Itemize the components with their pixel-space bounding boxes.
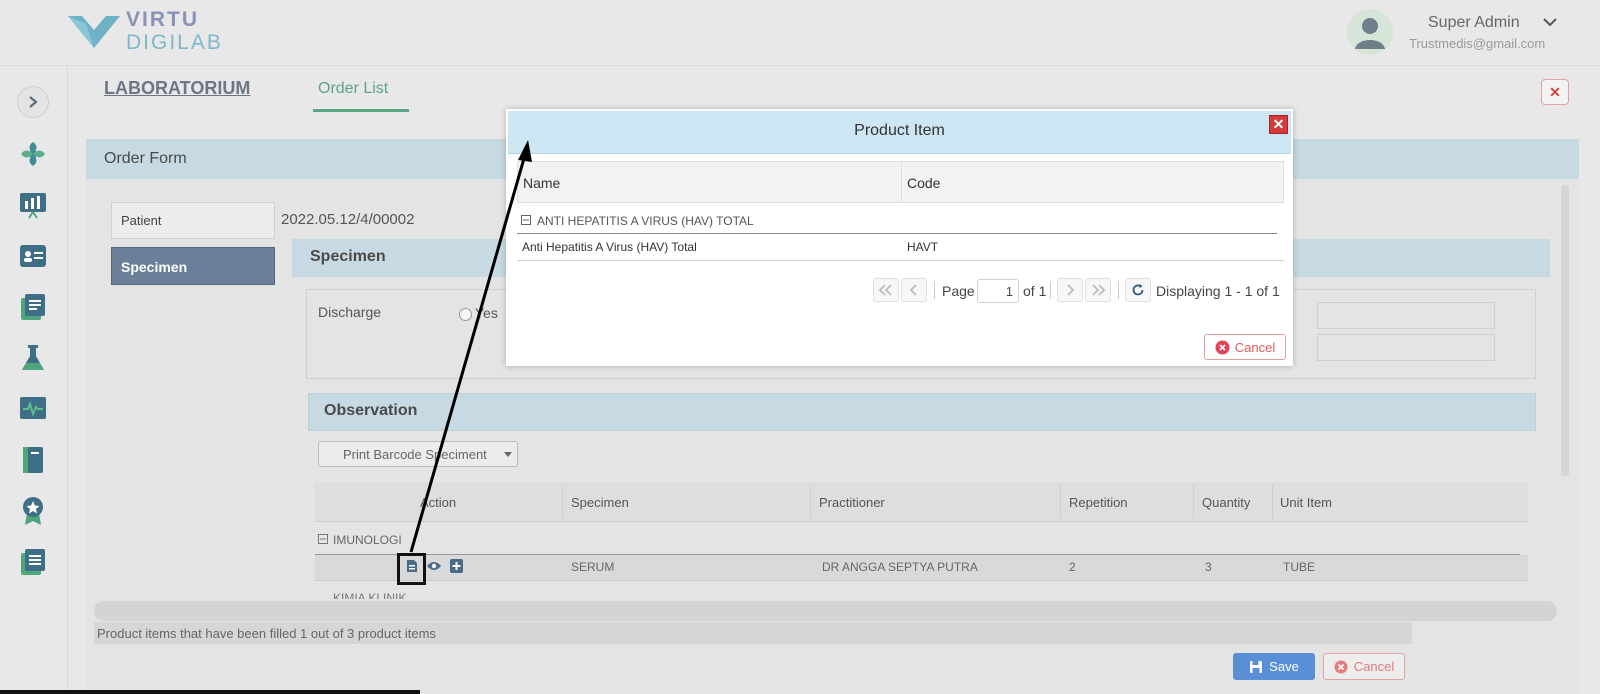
page-total: of 1 xyxy=(1023,283,1047,299)
observation-header xyxy=(308,393,1536,431)
save-button[interactable]: Save xyxy=(1233,653,1315,680)
badge-icon[interactable] xyxy=(17,495,49,527)
group-label: KIMIA KLINIK xyxy=(333,591,407,599)
tab-underline xyxy=(313,109,409,112)
discharge-field-2[interactable] xyxy=(1317,334,1495,361)
cell-practitioner: DR ANGGA SEPTYA PUTRA xyxy=(822,560,978,574)
vertical-scrollbar[interactable] xyxy=(1561,185,1569,477)
brand-name: VIRTU xyxy=(126,8,199,31)
next-page-icon[interactable] xyxy=(1057,278,1083,302)
pager-divider xyxy=(1050,281,1051,299)
prev-page-icon[interactable] xyxy=(901,278,927,302)
book-icon[interactable] xyxy=(17,444,49,476)
close-button[interactable]: ✕ xyxy=(1541,79,1569,105)
print-barcode-button[interactable]: Print Barcode Speciment xyxy=(318,441,518,467)
first-page-icon[interactable] xyxy=(873,278,899,302)
eye-icon[interactable] xyxy=(426,561,442,571)
patient-value: 2022.05.12/4/00002 xyxy=(281,211,415,228)
chevron-down-icon[interactable] xyxy=(1542,16,1558,28)
column-divider xyxy=(901,161,902,203)
user-email: Trustmedis@gmail.com xyxy=(1409,36,1546,51)
column-header[interactable]: Unit Item xyxy=(1280,495,1332,510)
page-label: Page xyxy=(942,283,975,299)
group-label: ANTI HEPATITIS A VIRUS (HAV) TOTAL xyxy=(537,214,754,228)
cell-code: HAVT xyxy=(907,240,939,254)
group-label: IMUNOLOGI xyxy=(333,533,402,547)
id-card-icon[interactable] xyxy=(17,240,49,272)
cell-repetition: 2 xyxy=(1069,560,1076,574)
document-icon[interactable] xyxy=(17,291,49,323)
notes-icon[interactable] xyxy=(17,546,49,578)
cell-specimen: SERUM xyxy=(571,560,615,574)
cell-name: Anti Hepatitis A Virus (HAV) Total xyxy=(522,240,697,254)
bottom-divider xyxy=(0,690,420,694)
column-header[interactable]: Practitioner xyxy=(819,495,885,510)
last-page-icon[interactable] xyxy=(1085,278,1111,302)
column-divider xyxy=(562,485,563,519)
user-name[interactable]: Super Admin xyxy=(1428,14,1520,32)
horizontal-scrollbar[interactable] xyxy=(94,601,1557,621)
specimen-tab[interactable]: Specimen xyxy=(111,247,275,285)
column-header[interactable]: Specimen xyxy=(571,495,629,510)
floppy-icon xyxy=(1250,660,1263,673)
cancel-label: Cancel xyxy=(1353,659,1395,674)
page-input[interactable] xyxy=(977,279,1019,303)
flask-icon[interactable] xyxy=(17,342,49,374)
column-divider xyxy=(1272,485,1273,519)
column-divider xyxy=(810,485,811,519)
column-divider xyxy=(1060,485,1061,519)
column-header[interactable]: Code xyxy=(907,175,940,191)
column-divider xyxy=(1193,485,1194,519)
status-text: Product items that have been filled 1 ou… xyxy=(94,622,1412,644)
observation-grid-header xyxy=(315,482,1528,522)
paging-info: Displaying 1 - 1 of 1 xyxy=(1156,283,1280,299)
monitor-icon[interactable] xyxy=(17,393,49,425)
cell-unit: TUBE xyxy=(1283,560,1316,574)
add-icon[interactable] xyxy=(450,559,463,573)
v-logo-icon xyxy=(66,14,122,50)
close-circle-icon xyxy=(1215,340,1230,354)
column-header[interactable]: Action xyxy=(420,495,456,510)
patient-label[interactable]: Patient xyxy=(111,202,275,239)
discharge-field-1[interactable] xyxy=(1317,302,1495,329)
collapse-icon[interactable] xyxy=(318,534,328,544)
modal-cancel-label: Cancel xyxy=(1234,339,1276,355)
discharge-yes-label: Yes xyxy=(475,305,498,321)
collapse-icon[interactable] xyxy=(521,215,531,225)
tab-order-list[interactable]: Order List xyxy=(318,80,388,98)
brand-subname: DIGILAB xyxy=(126,31,223,54)
refresh-icon[interactable] xyxy=(1125,278,1151,302)
discharge-label: Discharge xyxy=(318,304,382,320)
highlight-box xyxy=(397,553,426,585)
observation-title: Observation xyxy=(324,402,418,419)
caret-down-icon[interactable] xyxy=(504,452,512,457)
order-form-title: Order Form xyxy=(104,150,187,167)
pager-divider xyxy=(1118,281,1119,299)
column-header[interactable]: Quantity xyxy=(1202,495,1250,510)
specimen-title: Specimen xyxy=(310,248,386,265)
close-circle-icon xyxy=(1334,660,1348,673)
chart-icon[interactable] xyxy=(17,189,49,221)
plus-logo-icon[interactable] xyxy=(17,138,49,170)
chevron-right-icon[interactable] xyxy=(17,86,49,118)
column-header[interactable]: Repetition xyxy=(1069,495,1128,510)
cancel-button[interactable]: Cancel xyxy=(1323,653,1405,680)
modal-title: Product Item xyxy=(854,122,945,139)
modal-cancel-button[interactable]: Cancel xyxy=(1204,334,1286,360)
pager-divider xyxy=(934,281,935,299)
column-header[interactable]: Name xyxy=(523,175,560,191)
cell-quantity: 3 xyxy=(1205,560,1212,574)
close-icon[interactable]: ✕ xyxy=(1269,115,1288,134)
page-title[interactable]: LABORATORIUM xyxy=(104,78,250,99)
save-label: Save xyxy=(1269,659,1299,674)
avatar[interactable] xyxy=(1347,9,1393,55)
discharge-yes-radio[interactable] xyxy=(459,308,472,321)
